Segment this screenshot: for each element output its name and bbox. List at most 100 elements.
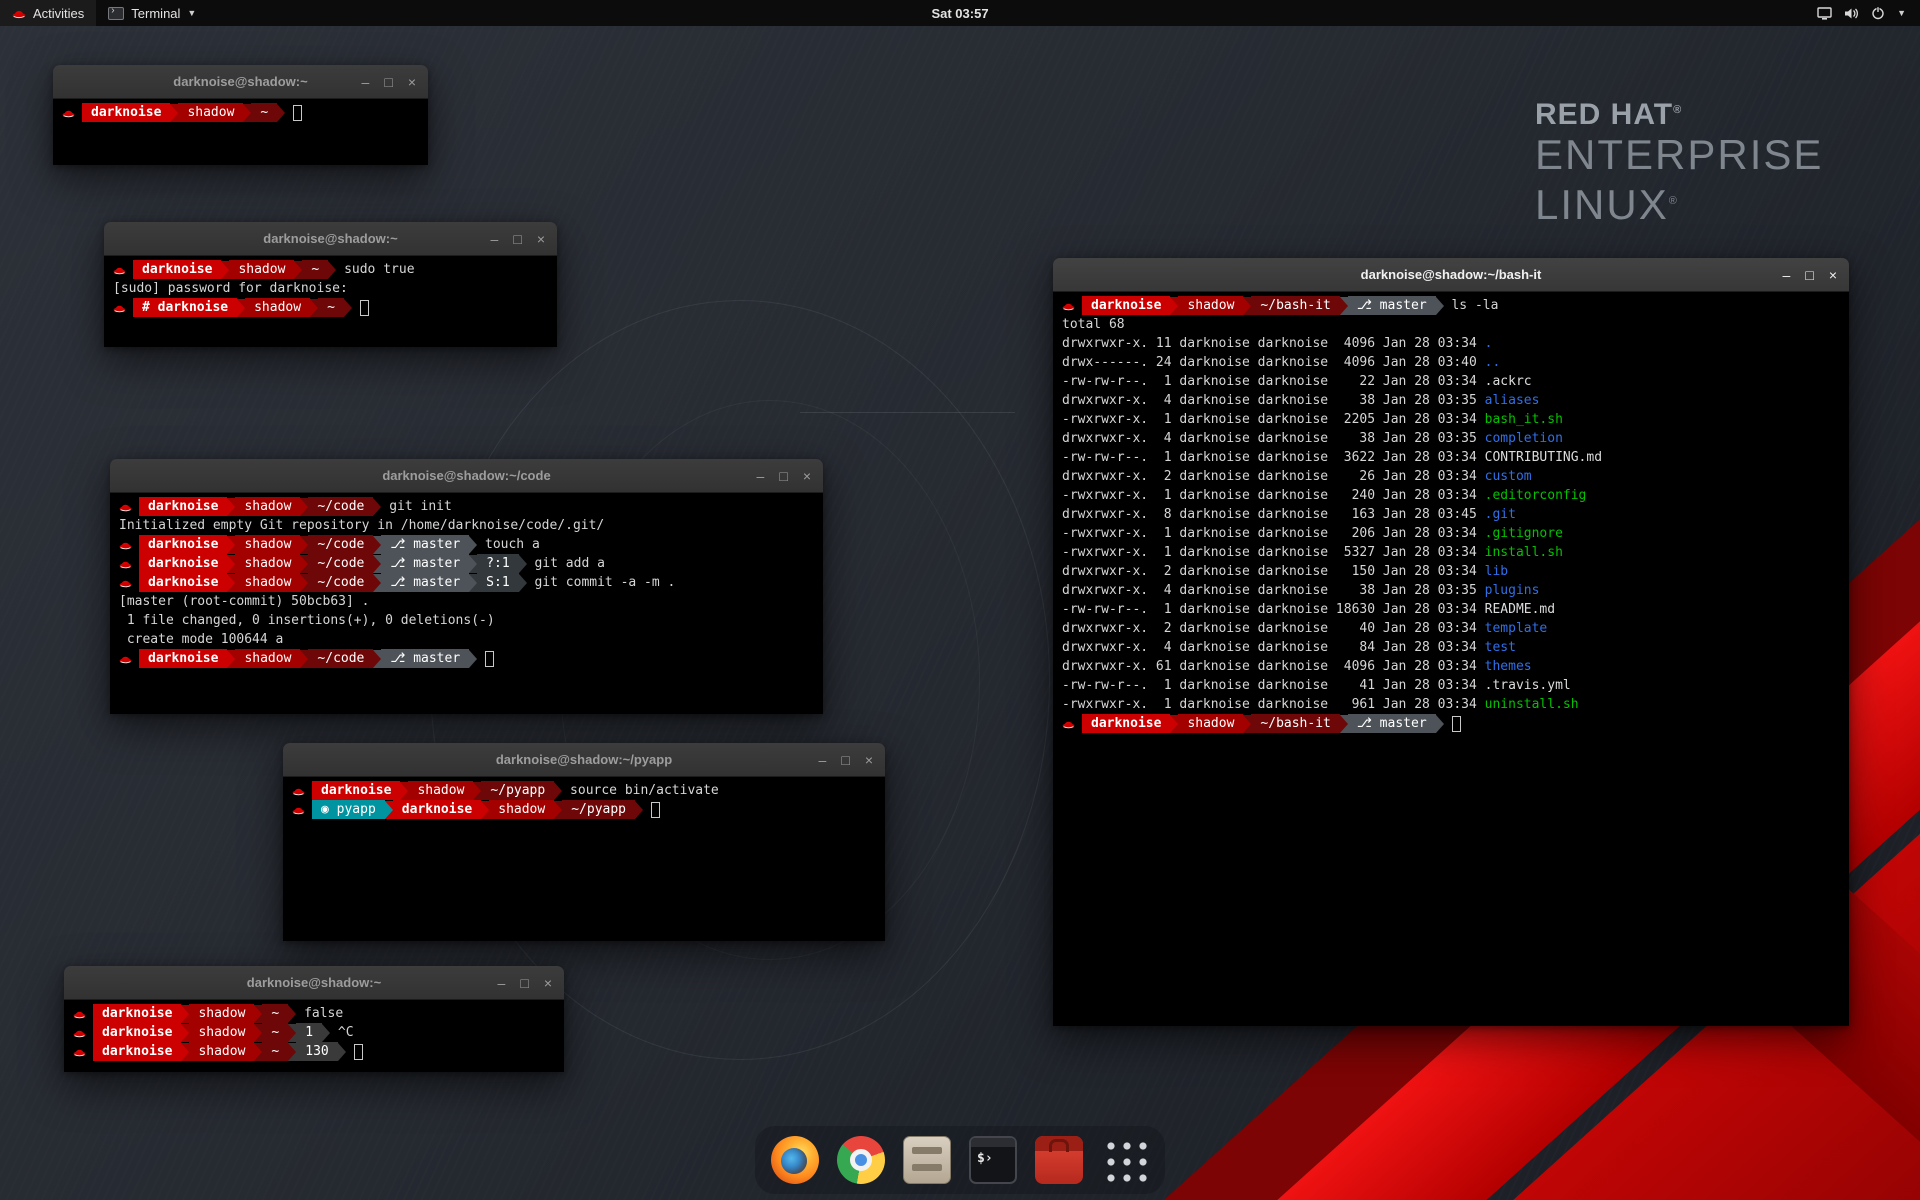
minimize-button[interactable]: – (498, 976, 506, 990)
prompt-segment: ~/code (308, 497, 373, 516)
prompt-segment: shadow (235, 649, 300, 668)
prompt-segment: # darknoise (133, 298, 237, 317)
terminal-text: .gitignore (1485, 526, 1563, 541)
window-titlebar[interactable]: darknoise@shadow:~ – □ × (64, 966, 564, 1000)
prompt-segment: ◉ pyapp (312, 800, 385, 819)
minimize-button[interactable]: – (819, 753, 827, 767)
terminal-text: drwx------. 24 darknoise darknoise 4096 … (1062, 355, 1485, 370)
powerline-arrow (469, 555, 477, 573)
terminal-line: -rwxrwxr-x. 1 darknoise darknoise 206 Ja… (1062, 524, 1840, 543)
powerline-arrow (554, 782, 562, 800)
maximize-button[interactable]: □ (520, 976, 528, 990)
prompt-segment: 1 (296, 1023, 322, 1042)
redhat-prompt-icon (292, 785, 305, 797)
terminal-text: -rw-rw-r--. 1 darknoise darknoise 22 Jan… (1062, 374, 1485, 389)
terminal-content[interactable]: darknoiseshadow~ sudo true[sudo] passwor… (104, 256, 557, 347)
minimize-button[interactable]: – (1783, 268, 1791, 282)
redhat-prompt-icon (119, 558, 132, 570)
prompt-segment: shadow (235, 573, 300, 592)
terminal-text: ls -la (1444, 298, 1499, 313)
prompt-segment: shadow (178, 103, 243, 122)
files-icon[interactable] (903, 1136, 951, 1184)
prompt-segment: darknoise (133, 260, 221, 279)
terminal-text: Initialized empty Git repository in /hom… (119, 518, 604, 533)
terminal-line: drwxrwxr-x. 11 darknoise darknoise 4096 … (1062, 334, 1840, 353)
maximize-button[interactable]: □ (384, 75, 392, 89)
prompt-segment: shadow (1178, 714, 1243, 733)
minimize-button[interactable]: – (491, 232, 499, 246)
close-button[interactable]: × (865, 753, 873, 767)
prompt-segment: ⎇ master (381, 649, 469, 668)
terminal-text: -rw-rw-r--. 1 darknoise darknoise 3622 J… (1062, 450, 1485, 465)
terminal-window-code: darknoise@shadow:~/code – □ × darknoise s… (110, 459, 823, 714)
minimize-button[interactable]: – (362, 75, 370, 89)
powerline-arrow (373, 536, 381, 554)
terminal-line: total 68 (1062, 315, 1840, 334)
window-titlebar[interactable]: darknoise@shadow:~ – □ × (53, 65, 428, 99)
window-titlebar[interactable]: darknoise@shadow:~/code – □ × (110, 459, 823, 493)
terminal-line: darknoise shadow ~/code ⎇ master (119, 649, 814, 668)
prompt-segment: shadow (189, 1004, 254, 1023)
terminal-text: false (296, 1006, 343, 1021)
prompt-segment: shadow (235, 497, 300, 516)
toolbox-icon[interactable] (1035, 1136, 1083, 1184)
powerline-arrow (1170, 715, 1178, 733)
terminal-window-home-2: darknoise@shadow:~ – □ × darknoiseshadow… (64, 966, 564, 1072)
maximize-button[interactable]: □ (1805, 268, 1813, 282)
maximize-button[interactable]: □ (779, 469, 787, 483)
terminal-text: [sudo] password for darknoise: (113, 281, 356, 296)
powerline-arrow (635, 801, 643, 819)
app-grid-icon[interactable] (1103, 1138, 1147, 1182)
firefox-icon[interactable] (771, 1136, 819, 1184)
terminal-content[interactable]: darknoiseshadow~/pyapp source bin/activa… (283, 777, 885, 941)
prompt-segment: ~/bash-it (1251, 714, 1339, 733)
terminal-line: darknoiseshadow~/pyapp source bin/activa… (292, 781, 876, 800)
app-menu[interactable]: Terminal ▼ (96, 0, 208, 26)
redhat-prompt-icon (1062, 718, 1075, 730)
maximize-button[interactable]: □ (841, 753, 849, 767)
powerline-arrow (1243, 297, 1251, 315)
terminal-text: -rwxrwxr-x. 1 darknoise darknoise 961 Ja… (1062, 697, 1485, 712)
terminal-text: -rwxrwxr-x. 1 darknoise darknoise 206 Ja… (1062, 526, 1485, 541)
chevron-down-icon: ▼ (187, 8, 196, 18)
close-button[interactable]: × (1829, 268, 1837, 282)
close-button[interactable]: × (408, 75, 416, 89)
terminal-line: drwxrwxr-x. 2 darknoise darknoise 40 Jan… (1062, 619, 1840, 638)
window-titlebar[interactable]: darknoise@shadow:~/bash-it – □ × (1053, 258, 1849, 292)
terminal-line: -rw-rw-r--. 1 darknoise darknoise 18630 … (1062, 600, 1840, 619)
prompt-segment: darknoise (139, 649, 227, 668)
terminal-text: drwxrwxr-x. 11 darknoise darknoise 4096 … (1062, 336, 1485, 351)
chrome-icon[interactable] (837, 1136, 885, 1184)
prompt-segment: ~/code (308, 649, 373, 668)
close-button[interactable]: × (803, 469, 811, 483)
terminal-icon[interactable] (969, 1136, 1017, 1184)
close-button[interactable]: × (544, 976, 552, 990)
terminal-content[interactable]: darknoiseshadow~ (53, 99, 428, 165)
prompt-segment: ⎇ master (381, 554, 469, 573)
terminal-line: darknoiseshadow~/bash-it⎇ master (1062, 714, 1840, 733)
powerline-arrow (181, 1005, 189, 1023)
terminal-content[interactable]: darknoiseshadow~/code git initInitialize… (110, 493, 823, 714)
powerline-arrow (373, 650, 381, 668)
terminal-line: ◉ pyappdarknoiseshadow~/pyapp (292, 800, 876, 819)
clock[interactable]: Sat 03:57 (931, 6, 988, 21)
system-status-area[interactable]: ▼ (1807, 0, 1916, 26)
terminal-content[interactable]: darknoiseshadow~/bash-it⎇ master ls -lat… (1053, 292, 1849, 1026)
terminal-line: drwxrwxr-x. 8 darknoise darknoise 163 Ja… (1062, 505, 1840, 524)
prompt-segment: ~ (302, 260, 328, 279)
powerline-arrow (1340, 715, 1348, 733)
maximize-button[interactable]: □ (513, 232, 521, 246)
window-titlebar[interactable]: darknoise@shadow:~ – □ × (104, 222, 557, 256)
close-button[interactable]: × (537, 232, 545, 246)
terminal-content[interactable]: darknoiseshadow~ falsedarknoiseshadow~1 … (64, 1000, 564, 1072)
terminal-text: -rwxrwxr-x. 1 darknoise darknoise 5327 J… (1062, 545, 1485, 560)
terminal-line: drwx------. 24 darknoise darknoise 4096 … (1062, 353, 1840, 372)
activities-button[interactable]: Activities (0, 0, 96, 26)
redhat-prompt-icon (62, 107, 75, 119)
powerline-arrow (277, 104, 285, 122)
minimize-button[interactable]: – (757, 469, 765, 483)
prompt-segment: shadow (235, 535, 300, 554)
window-titlebar[interactable]: darknoise@shadow:~/pyapp – □ × (283, 743, 885, 777)
powerline-arrow (300, 555, 308, 573)
prompt-segment: ~/bash-it (1251, 296, 1339, 315)
